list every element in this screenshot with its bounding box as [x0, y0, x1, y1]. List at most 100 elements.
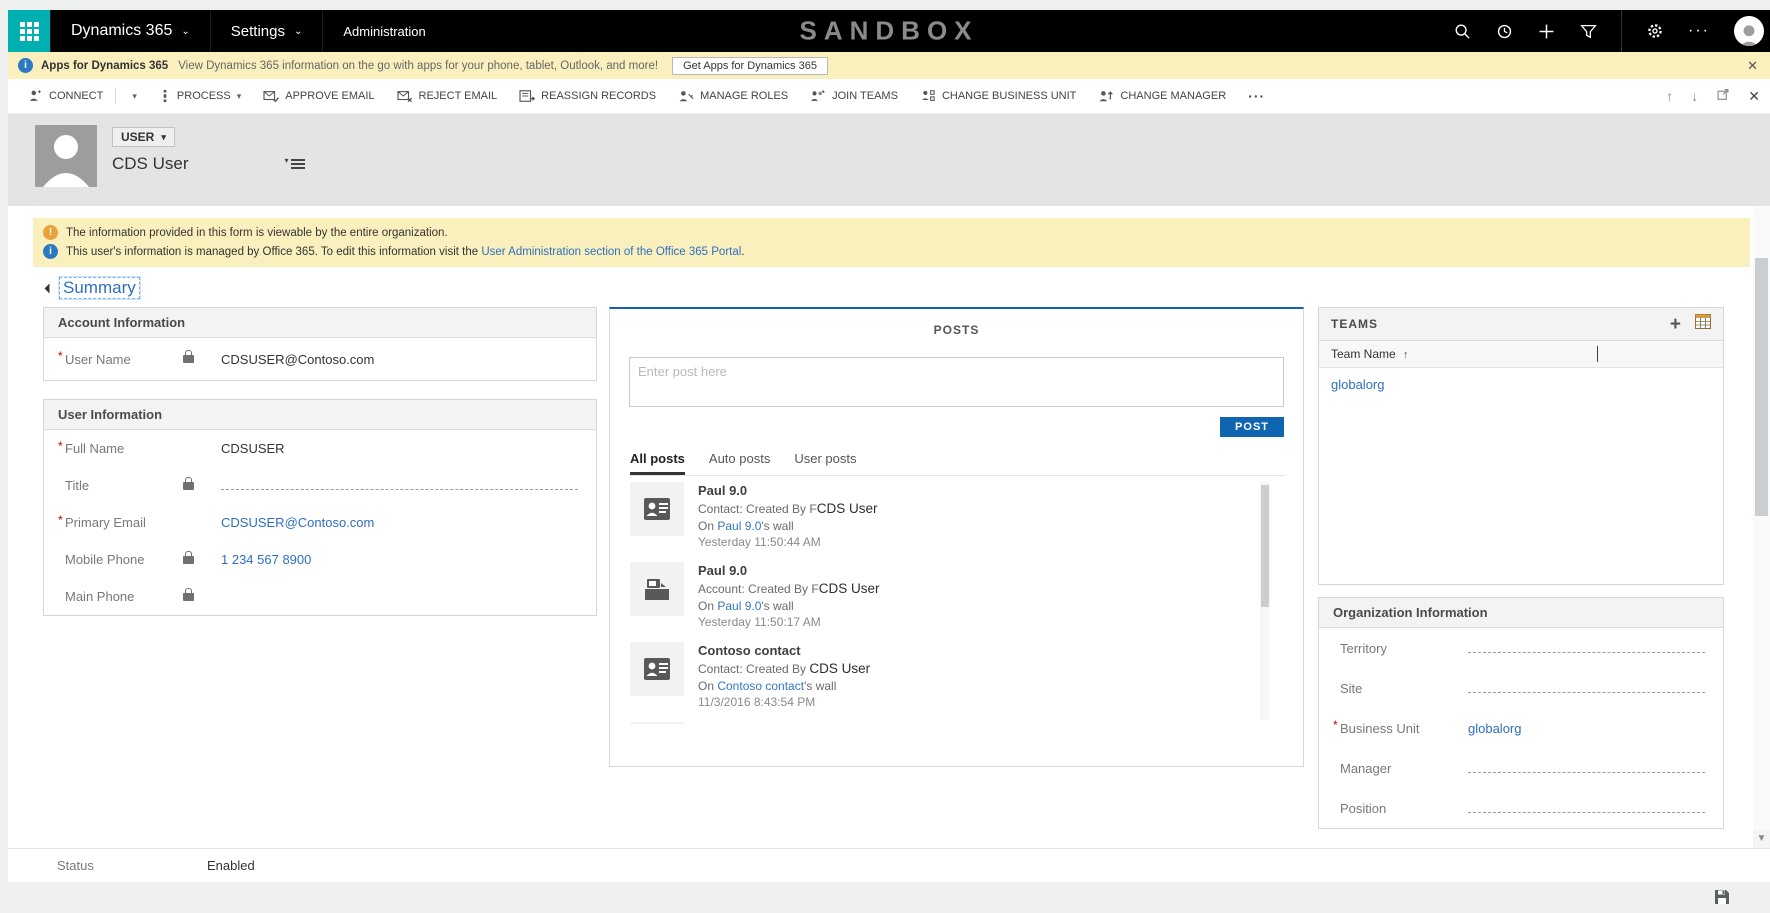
- scrollbar-thumb[interactable]: [1755, 258, 1768, 516]
- scroll-down-arrow[interactable]: ▼: [1753, 830, 1770, 848]
- posts-panel: POSTS POST All posts Auto posts User pos…: [609, 307, 1304, 767]
- field-primary-email[interactable]: * Primary Email CDSUSER@Contoso.com: [44, 504, 596, 541]
- organization-information-panel: Organization Information Territory Site …: [1318, 597, 1724, 829]
- add-team-icon[interactable]: +: [1670, 315, 1681, 334]
- join-teams-icon: [810, 89, 826, 103]
- popout-icon[interactable]: [1716, 88, 1730, 104]
- record-avatar[interactable]: [35, 125, 97, 187]
- reassign-records-icon: [519, 89, 535, 103]
- reject-email-button[interactable]: REJECT EMAIL: [397, 89, 498, 103]
- entity-type-dropdown[interactable]: USER ▾: [112, 127, 175, 147]
- field-mobile-phone[interactable]: Mobile Phone 1 234 567 8900: [44, 541, 596, 578]
- close-icon[interactable]: ✕: [1747, 58, 1758, 74]
- post-input[interactable]: [629, 357, 1284, 407]
- field-manager[interactable]: Manager: [1319, 748, 1723, 788]
- post-record-title: Paul 9.0: [698, 562, 880, 580]
- lock-icon: [183, 355, 194, 363]
- field-territory[interactable]: Territory: [1319, 628, 1723, 668]
- manage-roles-button[interactable]: MANAGE ROLES: [678, 89, 788, 103]
- email-link[interactable]: CDSUSER@Contoso.com: [221, 515, 374, 530]
- summary-tab-label[interactable]: Summary: [59, 277, 140, 299]
- post-button[interactable]: POST: [1220, 417, 1284, 437]
- chevron-down-icon: ▾: [237, 91, 242, 102]
- recent-items-icon[interactable]: [1495, 22, 1513, 40]
- field-main-phone[interactable]: Main Phone: [44, 578, 596, 615]
- team-row-globalorg[interactable]: globalorg: [1331, 377, 1385, 392]
- approve-email-button[interactable]: APPROVE EMAIL: [263, 89, 374, 103]
- nav-down-icon[interactable]: ↓: [1691, 88, 1698, 104]
- post-timestamp: Yesterday 11:50:17 AM: [698, 614, 880, 630]
- team-name-column-header[interactable]: Team Name ↑: [1319, 341, 1723, 368]
- quick-create-plus-icon[interactable]: [1537, 22, 1555, 40]
- navbar-right-icons: ···: [1453, 10, 1764, 52]
- email-check-icon: [263, 89, 279, 103]
- tab-all-posts[interactable]: All posts: [630, 451, 685, 475]
- status-label: Status: [57, 858, 207, 873]
- main-scrollbar[interactable]: ▼: [1753, 206, 1770, 848]
- wall-record-link[interactable]: Contoso contact: [717, 679, 804, 693]
- panel-title: User Information: [44, 400, 596, 430]
- settings-gear-icon[interactable]: [1646, 22, 1664, 40]
- change-manager-button[interactable]: CHANGE MANAGER: [1098, 89, 1226, 103]
- command-overflow-icon[interactable]: ···: [1248, 88, 1265, 104]
- posts-scrollbar[interactable]: [1260, 482, 1270, 720]
- post-author: CDS User: [817, 501, 878, 516]
- wall-record-link[interactable]: Paul 9.0: [717, 519, 761, 533]
- phone-link[interactable]: 1 234 567 8900: [221, 552, 311, 567]
- post-item: Paul 9.0 Contact: Created By FCDS User O…: [630, 482, 1270, 550]
- account-information-panel: Account Information * User Name CDSUSER@…: [43, 307, 597, 381]
- chevron-down-icon: ⌄: [181, 26, 189, 37]
- user-avatar[interactable]: [1734, 16, 1764, 46]
- field-title[interactable]: Title: [44, 467, 596, 504]
- filter-icon[interactable]: [1579, 22, 1597, 40]
- search-icon[interactable]: [1453, 22, 1471, 40]
- connect-person-icon: [28, 89, 43, 103]
- field-site[interactable]: Site: [1319, 668, 1723, 708]
- apps-banner-title: Apps for Dynamics 365: [41, 60, 168, 72]
- panel-title: Account Information: [44, 308, 596, 338]
- apps-banner-message: View Dynamics 365 information on the go …: [178, 60, 658, 72]
- more-commands-icon[interactable]: ···: [1688, 22, 1710, 40]
- post-timestamp: 11/3/2016 8:43:54 PM: [698, 694, 870, 710]
- collapse-triangle-icon[interactable]: [45, 283, 55, 293]
- status-value: Enabled: [207, 858, 255, 873]
- command-bar: CONNECT ▾ PROCESS ▾ APPROVE EMAIL REJECT…: [8, 79, 1770, 114]
- get-apps-button[interactable]: Get Apps for Dynamics 365: [672, 57, 828, 75]
- nav-up-icon[interactable]: ↑: [1666, 88, 1673, 104]
- lock-icon: [183, 593, 194, 601]
- field-position[interactable]: Position: [1319, 788, 1723, 828]
- app-launcher-icon[interactable]: [8, 10, 50, 52]
- business-unit-link[interactable]: globalorg: [1468, 721, 1522, 736]
- office365-portal-link[interactable]: User Administration section of the Offic…: [481, 246, 741, 258]
- tab-auto-posts[interactable]: Auto posts: [709, 451, 770, 475]
- nav-page-administration[interactable]: Administration: [322, 10, 445, 52]
- warning-icon: !: [43, 225, 58, 240]
- wall-record-link[interactable]: Paul 9.0: [717, 599, 761, 613]
- tab-user-posts[interactable]: User posts: [794, 451, 856, 475]
- field-full-name[interactable]: * Full Name CDSUSER: [44, 430, 596, 467]
- bottom-bar: [8, 882, 1770, 913]
- manage-roles-icon: [678, 89, 694, 103]
- warning-notification: ! The information provided in this form …: [43, 223, 1740, 242]
- empty-value-dashes: [1468, 772, 1705, 773]
- nav-brand[interactable]: Dynamics 365 ⌄: [50, 10, 210, 52]
- chevron-down-icon[interactable]: ▾: [132, 91, 137, 102]
- nav-area-settings[interactable]: Settings ⌄: [210, 10, 323, 52]
- business-unit-icon: [920, 89, 936, 103]
- reassign-records-button[interactable]: REASSIGN RECORDS: [519, 89, 656, 103]
- scrollbar-thumb[interactable]: [1261, 485, 1269, 607]
- save-icon[interactable]: [1714, 889, 1730, 910]
- form-selector-icon[interactable]: ▾: [285, 159, 305, 169]
- change-business-unit-button[interactable]: CHANGE BUSINESS UNIT: [920, 89, 1076, 103]
- empty-value-dashes: [1468, 652, 1705, 653]
- field-user-name[interactable]: * User Name CDSUSER@Contoso.com: [44, 338, 596, 380]
- field-business-unit[interactable]: * Business Unit globalorg: [1319, 708, 1723, 748]
- post-author: CDS User: [809, 661, 870, 676]
- connect-button[interactable]: CONNECT ▾: [28, 88, 137, 104]
- close-form-icon[interactable]: ✕: [1748, 88, 1760, 105]
- join-teams-button[interactable]: JOIN TEAMS: [810, 89, 898, 103]
- process-button[interactable]: PROCESS ▾: [159, 89, 241, 103]
- info-icon: i: [18, 58, 33, 73]
- process-icon: [159, 89, 171, 103]
- open-grid-view-icon[interactable]: [1695, 314, 1711, 334]
